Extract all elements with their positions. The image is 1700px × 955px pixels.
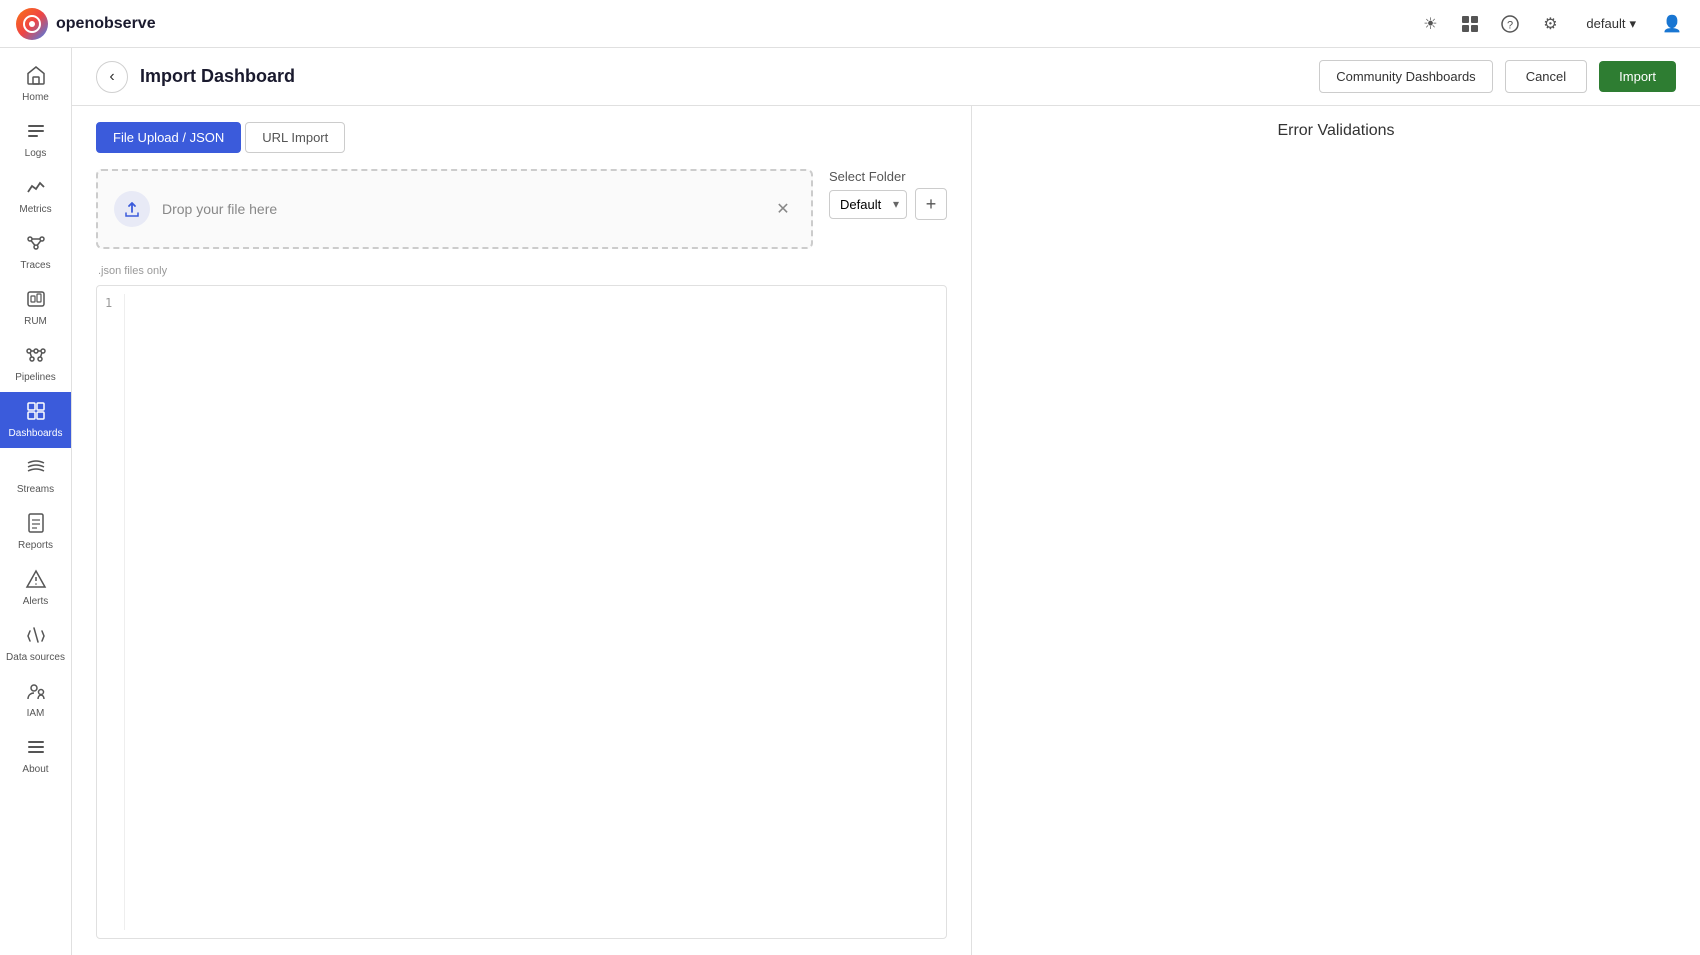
select-folder-label: Select Folder (829, 169, 947, 184)
pipelines-icon (25, 344, 47, 370)
datasources-icon (25, 624, 47, 650)
back-button[interactable]: ‹ (96, 61, 128, 93)
clear-icon[interactable]: ✕ (771, 197, 795, 221)
right-panel: Error Validations (972, 106, 1700, 955)
sidebar-item-label-streams: Streams (17, 484, 54, 496)
sidebar-item-streams[interactable]: Streams (0, 448, 71, 504)
page-title: Import Dashboard (140, 66, 295, 87)
theme-icon[interactable]: ☀ (1418, 12, 1442, 36)
sidebar-item-about[interactable]: About (0, 728, 71, 784)
page-header-right: Community Dashboards Cancel Import (1319, 60, 1676, 93)
traces-icon (25, 232, 47, 258)
code-content[interactable] (133, 294, 938, 930)
folder-select[interactable]: Default (829, 190, 907, 219)
sidebar-item-label-datasources: Data sources (6, 652, 65, 664)
sidebar-item-label-iam: IAM (27, 708, 45, 720)
folder-select-wrapper: Default (829, 190, 907, 219)
streams-icon (25, 456, 47, 482)
user-menu-button[interactable]: default ▾ (1578, 12, 1644, 36)
user-dropdown-icon: ▾ (1629, 16, 1636, 32)
sidebar: Home Logs Metrics (0, 48, 72, 955)
settings-icon[interactable]: ⚙ (1538, 12, 1562, 36)
about-icon (25, 736, 47, 762)
content-area: File Upload / JSON URL Import (72, 106, 1700, 955)
code-editor: 1 (96, 285, 947, 939)
sidebar-item-pipelines[interactable]: Pipelines (0, 336, 71, 392)
dashboards-icon (25, 400, 47, 426)
cancel-button[interactable]: Cancel (1505, 60, 1587, 93)
line-numbers: 1 (105, 294, 125, 930)
sidebar-item-iam[interactable]: IAM (0, 672, 71, 728)
logo-icon (16, 8, 48, 40)
rum-icon (25, 288, 47, 314)
sidebar-item-label-home: Home (22, 92, 49, 104)
user-avatar-icon[interactable]: 👤 (1660, 12, 1684, 36)
json-hint: .json files only (98, 265, 947, 277)
main-content: ‹ Import Dashboard Community Dashboards … (72, 48, 1700, 955)
sidebar-item-label-reports: Reports (18, 540, 53, 552)
help-icon[interactable]: ? (1498, 12, 1522, 36)
sidebar-item-label-rum: RUM (24, 316, 47, 328)
iam-icon (25, 680, 47, 706)
drop-zone-inner: Drop your file here (114, 191, 277, 227)
folder-section: Select Folder Default + (829, 169, 947, 220)
metrics-icon (25, 176, 47, 202)
topbar-left: openobserve (16, 8, 156, 40)
sidebar-item-datasources[interactable]: Data sources (0, 616, 71, 672)
apps-icon[interactable] (1458, 12, 1482, 36)
import-button[interactable]: Import (1599, 61, 1676, 92)
sidebar-item-label-alerts: Alerts (23, 596, 49, 608)
community-dashboards-button[interactable]: Community Dashboards (1319, 60, 1492, 93)
logo-text: openobserve (56, 15, 156, 33)
sidebar-item-reports[interactable]: Reports (0, 504, 71, 560)
topbar-right: ☀ ? ⚙ default ▾ 👤 (1418, 12, 1684, 36)
drop-zone[interactable]: Drop your file here ✕ (96, 169, 813, 249)
sidebar-item-label-pipelines: Pipelines (15, 372, 56, 384)
drop-zone-text: Drop your file here (162, 201, 277, 217)
sidebar-item-label-about: About (22, 764, 48, 776)
sidebar-item-alerts[interactable]: Alerts (0, 560, 71, 616)
add-folder-button[interactable]: + (915, 188, 947, 220)
page-header: ‹ Import Dashboard Community Dashboards … (72, 48, 1700, 106)
sidebar-item-label-traces: Traces (20, 260, 50, 272)
logs-icon (25, 120, 47, 146)
svg-text:?: ? (1507, 19, 1513, 31)
sidebar-item-dashboards[interactable]: Dashboards (0, 392, 71, 448)
sidebar-item-traces[interactable]: Traces (0, 224, 71, 280)
app-body: Home Logs Metrics (0, 48, 1700, 955)
home-icon (25, 64, 47, 90)
left-panel: File Upload / JSON URL Import (72, 106, 972, 955)
sidebar-item-logs[interactable]: Logs (0, 112, 71, 168)
sidebar-item-label-metrics: Metrics (19, 204, 51, 216)
tab-url-import[interactable]: URL Import (245, 122, 345, 153)
sidebar-item-metrics[interactable]: Metrics (0, 168, 71, 224)
sidebar-item-rum[interactable]: RUM (0, 280, 71, 336)
topbar: openobserve ☀ ? ⚙ default ▾ 👤 (0, 0, 1700, 48)
upload-icon (114, 191, 150, 227)
reports-icon (25, 512, 47, 538)
tab-file-upload[interactable]: File Upload / JSON (96, 122, 241, 153)
sidebar-item-label-logs: Logs (25, 148, 47, 160)
alerts-icon (25, 568, 47, 594)
error-validations-title: Error Validations (996, 122, 1676, 140)
user-label: default (1586, 16, 1625, 31)
page-header-left: ‹ Import Dashboard (96, 61, 295, 93)
sidebar-item-home[interactable]: Home (0, 56, 71, 112)
sidebar-item-label-dashboards: Dashboards (9, 428, 63, 440)
tab-row: File Upload / JSON URL Import (96, 122, 947, 153)
